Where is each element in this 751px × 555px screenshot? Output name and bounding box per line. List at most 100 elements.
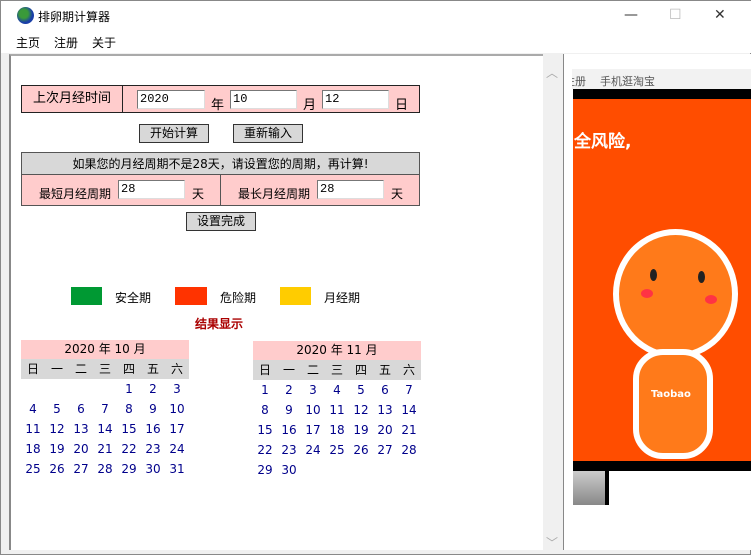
month-input[interactable]: 10	[230, 90, 297, 109]
legend-label-safe: 安全期	[115, 291, 152, 305]
minimize-button[interactable]: —	[624, 7, 638, 23]
window-title: 排卵期计算器	[38, 10, 111, 24]
calendar-day: 31	[169, 462, 185, 476]
calendar-day: 2	[149, 382, 157, 396]
calendar-day: 2	[285, 383, 293, 397]
calendar-day: 22	[121, 442, 137, 456]
maximize-button[interactable]: ☐	[669, 7, 682, 23]
calendar-day: 27	[377, 443, 393, 457]
calendar-day	[69, 379, 93, 399]
vertical-scrollbar[interactable]: ︿ ﹀	[543, 56, 561, 550]
calendar-october: 2020 年 10 月日一二三四五六 1 2 3 4 5 6 7 8 9 10 11 12 13 14 15 1…	[21, 340, 189, 479]
calendar-day: 24	[305, 443, 321, 457]
calendar-day: 8	[125, 402, 133, 416]
ad-banner[interactable]: 全风险, Taobao	[573, 99, 751, 461]
calendar-day: 16	[145, 422, 161, 436]
calendar-day: 19	[49, 442, 65, 456]
scroll-down-icon[interactable]: ﹀	[546, 534, 558, 551]
legend-label-period: 月经期	[324, 291, 361, 305]
calendar-week: 1 2 3	[21, 379, 189, 399]
weekday-header: 日一二三四五六	[21, 359, 189, 379]
calendar-day: 24	[169, 442, 185, 456]
calendar-day: 6	[381, 383, 389, 397]
weekday-label: 四	[122, 362, 135, 376]
legend-swatch-danger	[175, 287, 207, 305]
max-cycle-input[interactable]: 28	[317, 180, 384, 199]
calendar-day: 1	[125, 382, 133, 396]
calendar-day: 20	[377, 423, 393, 437]
calendar-day: 7	[405, 383, 413, 397]
weekday-label: 日	[26, 362, 39, 376]
calendar-day: 5	[53, 402, 61, 416]
weekday-label: 三	[330, 363, 343, 377]
close-button[interactable]: ✕	[714, 7, 726, 23]
calendar-day	[397, 460, 421, 480]
calendar-week: 15 16 17 18 19 20 21	[253, 420, 421, 440]
calendar-day: 21	[401, 423, 417, 437]
title-bar: 排卵期计算器 — ☐ ✕	[1, 1, 751, 31]
calendar-day: 22	[257, 443, 273, 457]
calendar-day: 12	[49, 422, 65, 436]
menu-home[interactable]: 主页	[16, 34, 40, 51]
weekday-label: 五	[146, 362, 159, 376]
min-cycle-input[interactable]: 28	[118, 180, 185, 199]
min-cycle-unit: 天	[192, 187, 205, 201]
calendar-november: 2020 年 11 月日一二三四五六 1 2 3 4 5 6 7 8 9 10 11 12 13 14 15 1…	[253, 341, 421, 480]
calendar-day: 10	[305, 403, 321, 417]
cycle-settings-table: 如果您的月经周期不是28天，请设置您的周期，再计算! 最短月经周期 28 天 最…	[21, 152, 420, 206]
calendar-day: 17	[169, 422, 185, 436]
day-input[interactable]: 12	[322, 90, 389, 109]
ad-pane: 注册 手机逛淘宝 全风险, Taobao	[563, 54, 751, 550]
calendar-day: 8	[261, 403, 269, 417]
calendar-day: 29	[257, 463, 273, 477]
menu-about[interactable]: 关于	[92, 34, 116, 51]
weekday-label: 六	[170, 362, 183, 376]
weekday-label: 二	[306, 363, 319, 377]
max-cycle-unit: 天	[391, 187, 404, 201]
scroll-up-icon[interactable]: ︿	[546, 64, 558, 81]
result-title: 结果显示	[195, 317, 244, 331]
calendar-day: 4	[29, 402, 37, 416]
calendar-title: 2020 年 10 月	[21, 340, 189, 359]
weekday-label: 日	[258, 363, 271, 377]
day-unit: 日	[395, 98, 409, 113]
legend-swatch-safe	[71, 287, 102, 305]
calendar-day: 21	[97, 442, 113, 456]
calendar-day: 14	[401, 403, 417, 417]
calendar-week: 22 23 24 25 26 27 28	[253, 440, 421, 460]
mascot-text: Taobao	[651, 389, 691, 400]
year-input[interactable]: 2020	[137, 90, 205, 109]
weekday-header: 日一二三四五六	[253, 360, 421, 380]
calendar-day: 27	[73, 462, 89, 476]
calendar-day: 25	[25, 462, 41, 476]
weekday-label: 三	[98, 362, 111, 376]
menu-register[interactable]: 注册	[54, 34, 78, 51]
ad-nav[interactable]: 注册 手机逛淘宝	[572, 69, 751, 89]
calendar-day: 18	[25, 442, 41, 456]
calendar-title: 2020 年 11 月	[253, 341, 421, 360]
calendar-day: 12	[353, 403, 369, 417]
cycle-notice: 如果您的月经周期不是28天，请设置您的周期，再计算!	[22, 153, 419, 175]
max-cycle-label: 最长月经周期	[238, 187, 311, 201]
calendar-day	[325, 460, 349, 480]
calendar-day	[373, 460, 397, 480]
start-calc-button[interactable]: 开始计算	[139, 124, 209, 143]
calendar-day: 15	[257, 423, 273, 437]
calendar-day: 26	[49, 462, 65, 476]
calendar-day: 23	[281, 443, 297, 457]
calendar-week: 18 19 20 21 22 23 24	[21, 439, 189, 459]
calendar-day: 14	[97, 422, 113, 436]
legend-label-danger: 危险期	[220, 291, 257, 305]
calendar-day: 25	[329, 443, 345, 457]
settings-done-button[interactable]: 设置完成	[186, 212, 256, 231]
calendar-day: 16	[281, 423, 297, 437]
calendar-day: 9	[149, 402, 157, 416]
calendar-day	[21, 379, 45, 399]
menu-bar: 主页 注册 关于	[1, 31, 751, 53]
weekday-label: 五	[378, 363, 391, 377]
calendar-day: 28	[97, 462, 113, 476]
reset-button[interactable]: 重新输入	[233, 124, 303, 143]
legend-swatch-period	[280, 287, 311, 305]
weekday-label: 一	[282, 363, 295, 377]
weekday-label: 一	[50, 362, 63, 376]
